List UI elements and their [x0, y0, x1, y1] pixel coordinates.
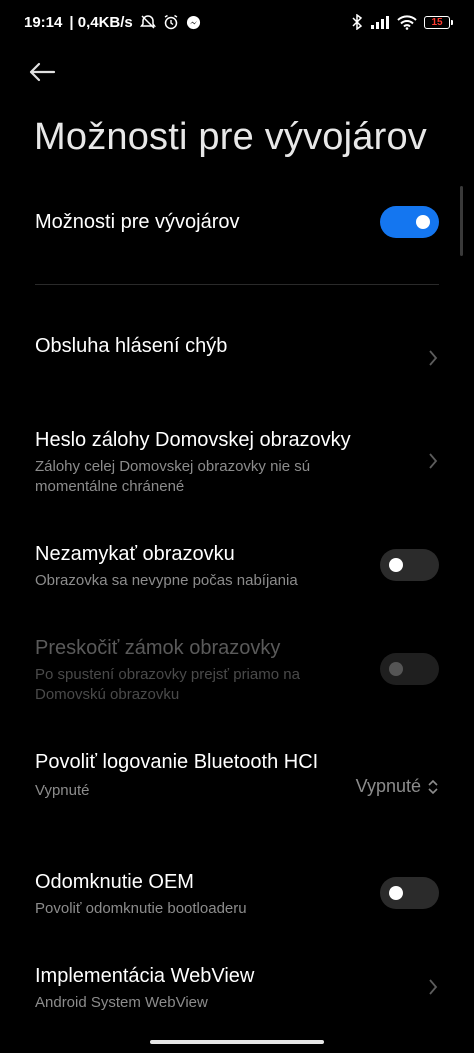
setting-subtitle: Android System WebView — [35, 994, 208, 1011]
chevron-right-icon — [429, 979, 438, 995]
divider — [35, 284, 439, 285]
status-bar: 19:14 | 0,4KB/s 15 — [0, 0, 474, 44]
skip-lock-screen-toggle — [380, 653, 439, 685]
setting-subtitle: Obrazovka sa nevypne počas nabíjania — [35, 572, 298, 589]
alarm-icon — [163, 14, 179, 30]
scrollbar[interactable] — [460, 186, 463, 256]
bluetooth-hci-select[interactable]: Vypnuté — [356, 776, 439, 797]
setting-subtitle: Zálohy celej Domovskej obrazovky nie sú … — [35, 458, 311, 495]
setting-backup-password[interactable]: Heslo zálohy Domovskej obrazovky Zálohy … — [35, 428, 439, 500]
chevron-up-down-icon — [428, 779, 438, 794]
developer-options-master-toggle[interactable] — [380, 206, 439, 238]
setting-title: Heslo zálohy Domovskej obrazovky — [35, 429, 351, 451]
network-speed: | 0,4KB/s — [69, 13, 133, 31]
chevron-right-icon — [429, 453, 438, 469]
setting-subtitle: Po spustení obrazovky prejsť priamo na D… — [35, 666, 300, 703]
setting-skip-lock-screen: Preskočiť zámok obrazovky Po spustení ob… — [35, 636, 439, 708]
developer-options-master-row[interactable]: Možnosti pre vývojárov — [35, 206, 439, 238]
setting-title: Obsluha hlásení chýb — [35, 335, 228, 357]
status-time: 19:14 — [24, 13, 63, 31]
battery-icon: 15 — [424, 15, 453, 29]
setting-title: Nezamykať obrazovku — [35, 543, 235, 565]
setting-stay-awake[interactable]: Nezamykať obrazovku Obrazovka sa nevypne… — [35, 542, 439, 592]
setting-bug-report-handler[interactable]: Obsluha hlásení chýb — [35, 334, 439, 384]
alarm-off-icon — [139, 14, 156, 30]
setting-title: Odomknutie OEM — [35, 871, 194, 893]
select-value: Vypnuté — [355, 776, 421, 796]
setting-webview-implementation[interactable]: Implementácia WebView Android System Web… — [35, 964, 439, 1014]
setting-bluetooth-hci-log[interactable]: Povoliť logovanie Bluetooth HCI Vypnuté … — [35, 750, 439, 830]
setting-title: Implementácia WebView — [35, 965, 255, 987]
toggle-knob — [389, 886, 403, 900]
developer-options-master-label: Možnosti pre vývojárov — [35, 211, 240, 233]
setting-subtitle: Povoliť odomknutie bootloaderu — [35, 900, 247, 917]
home-indicator-bar[interactable] — [150, 1040, 324, 1044]
stay-awake-toggle[interactable] — [380, 549, 439, 581]
setting-oem-unlock[interactable]: Odomknutie OEM Povoliť odomknutie bootlo… — [35, 870, 439, 920]
status-bar-left: 19:14 | 0,4KB/s — [24, 14, 201, 31]
back-button[interactable] — [28, 56, 68, 88]
bluetooth-icon — [351, 14, 363, 30]
toggle-knob — [389, 558, 403, 572]
status-bar-right: 15 — [351, 14, 453, 30]
battery-level: 15 — [431, 16, 443, 28]
messenger-icon — [186, 15, 201, 30]
back-arrow-icon — [29, 62, 56, 82]
signal-icon — [370, 15, 390, 29]
toggle-knob — [416, 215, 430, 229]
chevron-right-icon — [429, 350, 438, 366]
setting-title: Preskočiť zámok obrazovky — [35, 637, 281, 659]
toggle-knob — [389, 662, 403, 676]
wifi-icon — [397, 14, 417, 30]
page-title: Možnosti pre vývojárov — [34, 116, 427, 158]
setting-title: Povoliť logovanie Bluetooth HCI — [35, 751, 319, 773]
oem-unlock-toggle[interactable] — [380, 877, 439, 909]
